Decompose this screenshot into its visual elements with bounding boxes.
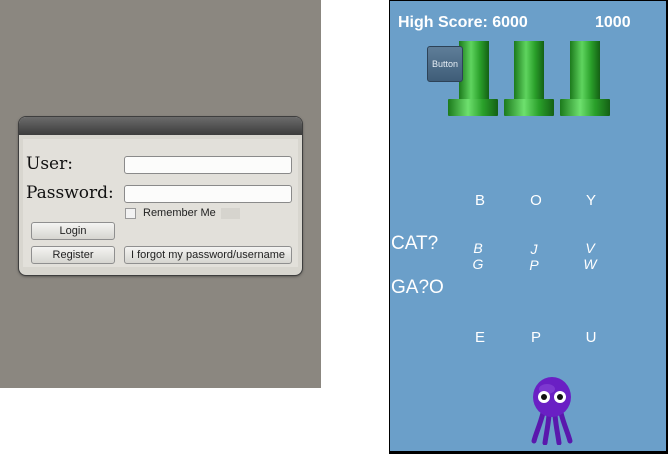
choice-top[interactable]: B [468, 241, 488, 255]
remember-me-swatch [221, 208, 240, 219]
login-button[interactable]: Login [31, 222, 115, 240]
letter-option[interactable]: P [521, 329, 551, 346]
pipe-cap [504, 99, 554, 116]
register-button[interactable]: Register [31, 246, 115, 264]
choice-bottom[interactable]: P [524, 258, 544, 272]
choice-bottom[interactable]: G [468, 257, 488, 271]
game-screen: High Score: 6000 1000 Button B O Y CAT? … [390, 1, 666, 451]
login-dialog: User: Password: Remember Me Login Regist… [19, 117, 302, 275]
login-background: User: Password: Remember Me Login Regist… [0, 0, 321, 388]
pipe-cap [448, 99, 498, 116]
forgot-password-button[interactable]: I forgot my password/username [124, 246, 292, 264]
game-button[interactable]: Button [427, 46, 463, 82]
dialog-titlebar [19, 117, 302, 135]
user-label: User: [26, 154, 73, 174]
pipe-obstacle [459, 41, 489, 101]
password-field[interactable] [124, 185, 292, 203]
choice-bottom[interactable]: W [580, 257, 600, 271]
pipe-cap [560, 99, 610, 116]
word-clue: GA?O [391, 277, 444, 298]
word-clue: CAT? [391, 233, 439, 254]
choice-top[interactable]: J [524, 242, 544, 256]
high-score-text: High Score: 6000 [398, 14, 528, 31]
letter-option[interactable]: O [521, 192, 551, 209]
score-text: 1000 [595, 14, 631, 31]
octopus-character [531, 377, 573, 445]
letter-option[interactable]: B [465, 192, 495, 209]
remember-me-label: Remember Me [143, 207, 216, 219]
letter-option[interactable]: U [576, 329, 606, 346]
remember-me-checkbox[interactable] [125, 208, 136, 219]
password-label: Password: [26, 183, 114, 203]
pipe-obstacle [514, 41, 544, 101]
choice-top[interactable]: V [580, 241, 600, 255]
user-field[interactable] [124, 156, 292, 174]
letter-option[interactable]: Y [576, 192, 606, 209]
pipe-obstacle [570, 41, 600, 101]
letter-option[interactable]: E [465, 329, 495, 346]
